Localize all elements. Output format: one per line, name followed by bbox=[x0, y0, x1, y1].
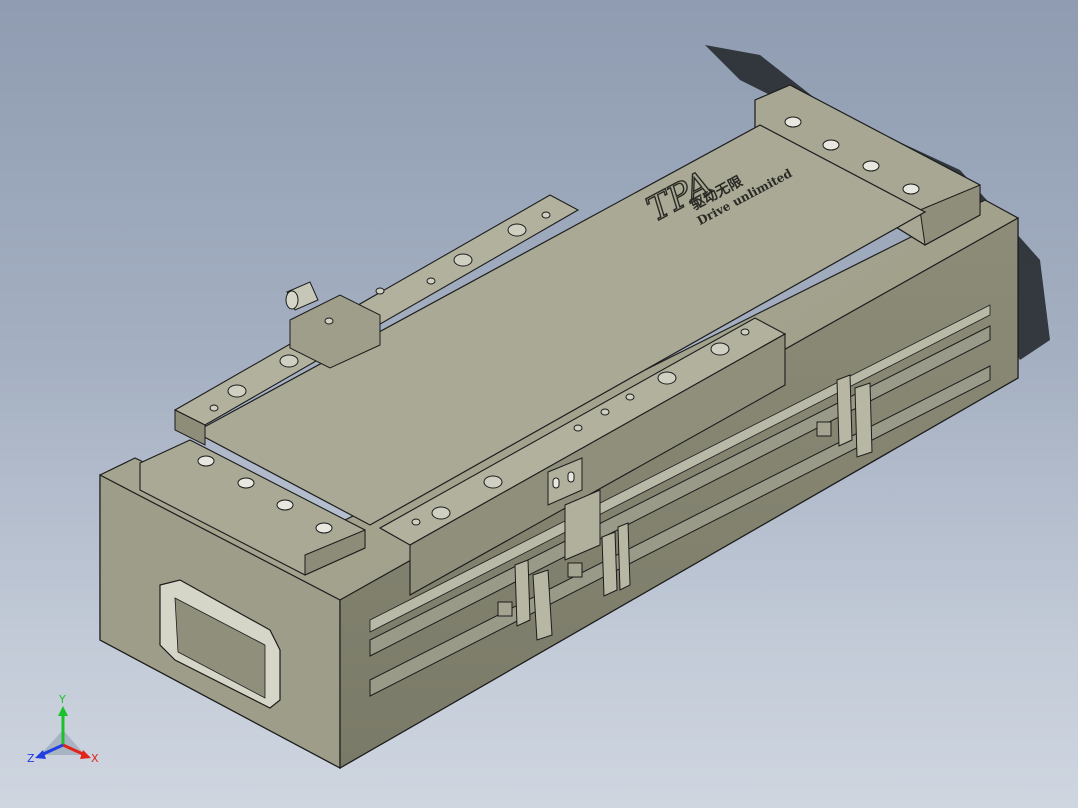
cad-viewport[interactable]: TPA 驱动无限 Drive unlimited Y X Z bbox=[0, 0, 1078, 808]
linear-module-model[interactable]: TPA 驱动无限 Drive unlimited bbox=[0, 0, 1078, 808]
y-axis-label: Y bbox=[58, 693, 66, 706]
x-axis-label: X bbox=[91, 752, 99, 765]
motor-shaft-end bbox=[285, 290, 299, 310]
view-orientation-triad[interactable]: Y X Z bbox=[25, 690, 105, 770]
z-axis-label: Z bbox=[27, 752, 35, 765]
y-axis-arrow-icon bbox=[58, 706, 68, 716]
